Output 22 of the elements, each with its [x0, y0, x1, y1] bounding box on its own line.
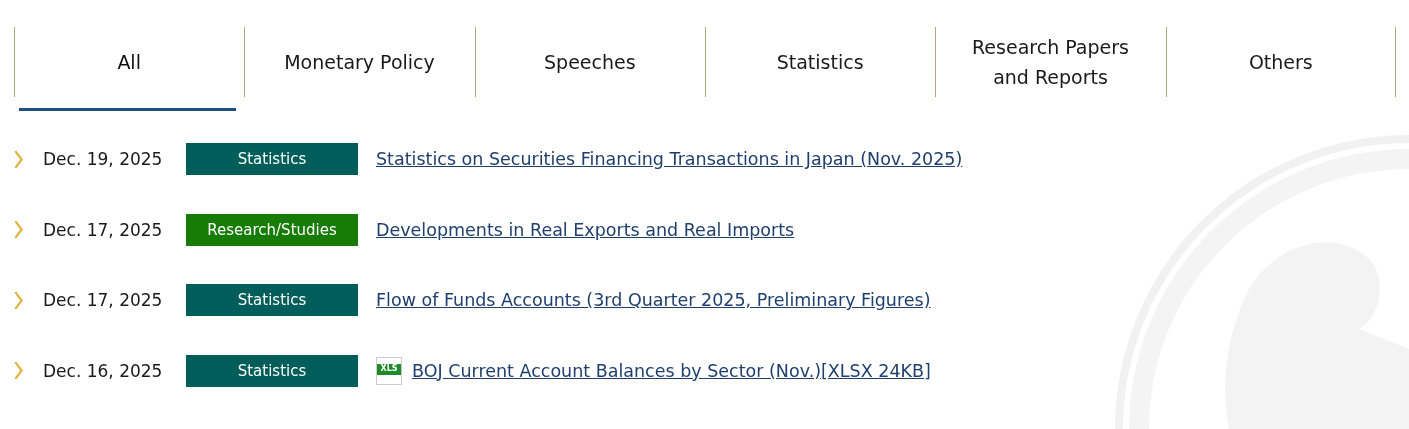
category-tag: Statistics — [186, 354, 358, 387]
chevron-icon — [13, 361, 24, 380]
chevron-icon — [13, 290, 24, 310]
category-tag: Research/Studies — [186, 213, 358, 246]
news-date: Dec. 17, 2025 — [43, 290, 164, 310]
spreadsheet-file-icon: XLS — [376, 356, 402, 385]
news-date: Dec. 19, 2025 — [43, 149, 164, 169]
news-date: Dec. 17, 2025 — [43, 219, 164, 240]
category-tab[interactable]: Monetary Policy — [244, 27, 475, 111]
chevron-icon — [13, 220, 24, 239]
news-date: Dec. 16, 2025 — [43, 360, 164, 381]
news-link[interactable]: Flow of Funds Accounts (3rd Quarter 2025, Preliminary Figures) — [376, 290, 931, 310]
news-link[interactable]: BOJ Current Account Balances by Sector (Nov.)[XLSX 24KB] — [412, 360, 931, 381]
category-tag: Statistics — [186, 143, 358, 175]
category-tag: Statistics — [186, 284, 358, 316]
category-tab[interactable]: Others — [1165, 27, 1396, 111]
news-link[interactable]: Statistics on Securities Financing Transactions in Japan (Nov. 2025) — [376, 149, 963, 169]
chevron-icon — [13, 149, 24, 169]
category-tab[interactable]: Statistics — [705, 27, 936, 111]
news-link[interactable]: Developments in Real Exports and Real Imports — [376, 219, 795, 240]
category-tab[interactable]: Speeches — [474, 27, 705, 111]
category-tab[interactable]: Research Papers and Reports — [935, 27, 1166, 111]
